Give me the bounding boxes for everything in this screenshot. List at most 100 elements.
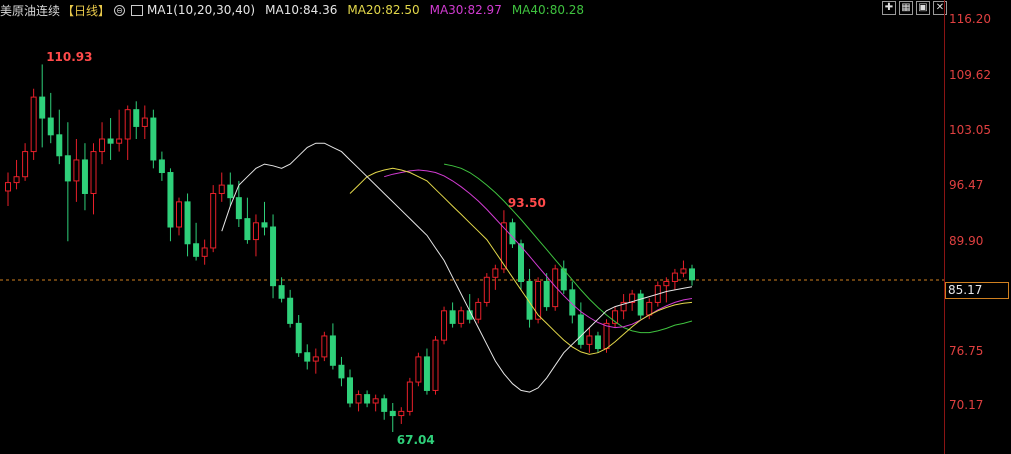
candle-body xyxy=(680,268,687,274)
candle-body xyxy=(398,410,405,417)
candle-body xyxy=(124,109,131,140)
collapse-icon[interactable]: ⊖ xyxy=(114,4,126,16)
candle-body xyxy=(603,322,610,350)
candle-body xyxy=(364,394,371,404)
candle-body xyxy=(210,192,217,249)
candle-body xyxy=(518,243,524,282)
axis-tick: 109.62 xyxy=(949,68,991,82)
candle-body xyxy=(509,222,516,245)
candle-body xyxy=(483,276,490,303)
ma30-value: MA30:82.97 xyxy=(429,3,502,17)
candle-body xyxy=(261,222,268,228)
candle-body xyxy=(381,398,388,412)
candle-body xyxy=(227,184,234,199)
candle-body xyxy=(671,272,678,282)
candle-body xyxy=(133,109,140,127)
candle-body xyxy=(372,398,379,404)
candle-body xyxy=(415,356,422,383)
candle-body xyxy=(689,268,695,281)
axis-tick: 103.05 xyxy=(949,123,991,137)
candle-body xyxy=(441,310,448,341)
candle-body xyxy=(312,356,319,362)
instrument-name: 美原油连续 xyxy=(0,3,61,18)
candle-body xyxy=(535,280,542,320)
period-label[interactable]: 【日线】 xyxy=(62,2,110,19)
candle-body xyxy=(475,301,482,320)
ma10-value: MA10:84.36 xyxy=(265,3,338,17)
candle-body xyxy=(116,138,123,144)
axis-tick: 89.90 xyxy=(949,234,984,248)
candle-body xyxy=(543,280,550,308)
candle-body xyxy=(449,310,456,324)
price-axis[interactable]: 116.20 109.62 103.05 96.47 89.90 76.75 7… xyxy=(944,0,1011,454)
chart-legend: 美原油连续 【日线】 ⊖ MA1(10,20,30,40) MA10:84.36… xyxy=(0,0,594,20)
ma10-line xyxy=(221,142,693,393)
candle-body xyxy=(389,410,396,417)
candle-body xyxy=(184,201,191,245)
indicator-settings-icon[interactable] xyxy=(131,4,144,16)
candle-body xyxy=(594,335,601,350)
high-label: 93.50 xyxy=(508,196,546,210)
candle-body xyxy=(167,172,174,228)
window-icon[interactable]: ▣ xyxy=(916,1,930,15)
candle-body xyxy=(5,182,11,192)
candle-body xyxy=(244,218,251,241)
candle-body xyxy=(90,151,97,194)
candle-body xyxy=(30,96,37,153)
candle-body xyxy=(586,335,593,345)
ma40-value: MA40:80.28 xyxy=(511,3,585,17)
candle-body xyxy=(64,155,71,182)
candle-body xyxy=(646,301,653,316)
candle-body xyxy=(287,297,294,324)
candle-body xyxy=(176,201,182,228)
candle-body xyxy=(663,280,670,287)
candle-body xyxy=(492,268,499,278)
fullscreen-icon[interactable]: ✚ xyxy=(882,1,896,15)
candle-body xyxy=(252,222,259,241)
grid-icon[interactable]: ▦ xyxy=(899,1,913,15)
candle-body xyxy=(406,381,413,412)
candle-body xyxy=(329,335,336,366)
candle-body xyxy=(141,117,148,127)
candle-body xyxy=(270,226,277,287)
candle-body xyxy=(347,377,353,404)
candle-body xyxy=(338,364,345,379)
candle-body xyxy=(39,96,46,119)
candle-body xyxy=(321,335,328,358)
candle-body xyxy=(158,159,165,174)
candle-body xyxy=(193,243,200,257)
candle-body xyxy=(47,117,54,136)
candle-body xyxy=(295,322,302,354)
axis-tick: 116.20 xyxy=(949,12,991,26)
candle-body xyxy=(107,138,114,144)
candle-body xyxy=(637,293,644,316)
candle-body xyxy=(13,176,20,184)
candlestick-chart: 110.93 93.50 67.04 xyxy=(0,50,944,447)
candle-body xyxy=(458,310,465,324)
axis-tick: 70.17 xyxy=(949,398,984,412)
axis-tick: 76.75 xyxy=(949,344,984,358)
candle-body xyxy=(235,197,242,220)
candle-body xyxy=(73,159,80,182)
ma40-line xyxy=(444,163,693,334)
candle-body xyxy=(99,138,106,153)
candle-body xyxy=(432,339,439,391)
high-label: 110.93 xyxy=(46,50,92,64)
chart-toolbar: ✚ ▦ ▣ ✕ xyxy=(882,1,950,15)
candle-body xyxy=(218,184,225,194)
ma20-value: MA20:82.50 xyxy=(347,3,420,17)
current-price-label: 85.17 xyxy=(945,282,1009,299)
candle-body xyxy=(81,159,88,194)
axis-tick: 96.47 xyxy=(949,178,984,192)
candle-body xyxy=(56,134,63,157)
candle-body xyxy=(304,352,311,362)
candle-body xyxy=(355,394,362,404)
candle-body xyxy=(22,151,29,178)
candle-body xyxy=(278,285,285,299)
ma-indicator-label[interactable]: MA1(10,20,30,40) xyxy=(147,3,255,17)
candle-body xyxy=(577,314,584,345)
candle-body xyxy=(423,356,430,391)
candle-body xyxy=(150,117,157,161)
candle-body xyxy=(201,247,208,257)
low-label: 67.04 xyxy=(397,433,435,447)
